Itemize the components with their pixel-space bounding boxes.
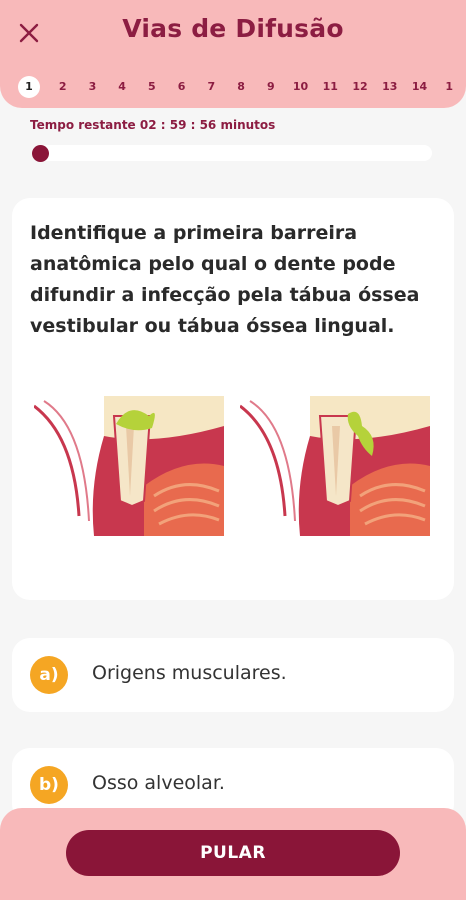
option-letter-badge: a) xyxy=(30,656,68,694)
step-9[interactable]: 9 xyxy=(256,76,286,98)
answer-option-a[interactable]: a) Origens musculares. xyxy=(12,638,454,712)
step-8[interactable]: 8 xyxy=(226,76,256,98)
question-card: Identifique a primeira barreira anatômic… xyxy=(12,198,454,600)
header: Vias de Difusão 1 2 3 4 5 6 7 8 9 10 11 … xyxy=(0,0,466,108)
question-text: Identifique a primeira barreira anatômic… xyxy=(30,222,420,337)
step-2[interactable]: 2 xyxy=(48,76,78,98)
step-1[interactable]: 1 xyxy=(18,76,40,98)
step-15[interactable]: 1 xyxy=(434,76,464,98)
step-navigator: 1 2 3 4 5 6 7 8 9 10 11 12 13 14 1 xyxy=(18,76,464,98)
timer-progress-bar xyxy=(32,145,432,162)
step-12[interactable]: 12 xyxy=(345,76,375,98)
page-title: Vias de Difusão xyxy=(122,14,344,43)
step-4[interactable]: 4 xyxy=(107,76,137,98)
step-13[interactable]: 13 xyxy=(375,76,405,98)
option-letter-badge: b) xyxy=(30,766,68,804)
option-text: Osso alveolar. xyxy=(92,772,225,794)
step-6[interactable]: 6 xyxy=(167,76,197,98)
timer-label: Tempo restante 02 : 59 : 56 minutos xyxy=(30,118,276,132)
step-7[interactable]: 7 xyxy=(196,76,226,98)
tooth-infection-illustration-left xyxy=(34,396,224,536)
step-11[interactable]: 11 xyxy=(315,76,345,98)
step-5[interactable]: 5 xyxy=(137,76,167,98)
step-3[interactable]: 3 xyxy=(78,76,108,98)
option-text: Origens musculares. xyxy=(92,662,287,684)
footer: PULAR xyxy=(0,808,466,900)
timer-progress-knob xyxy=(32,145,49,162)
step-14[interactable]: 14 xyxy=(405,76,435,98)
step-10[interactable]: 10 xyxy=(286,76,316,98)
tooth-infection-illustration-right xyxy=(240,396,430,536)
skip-button[interactable]: PULAR xyxy=(66,830,400,876)
